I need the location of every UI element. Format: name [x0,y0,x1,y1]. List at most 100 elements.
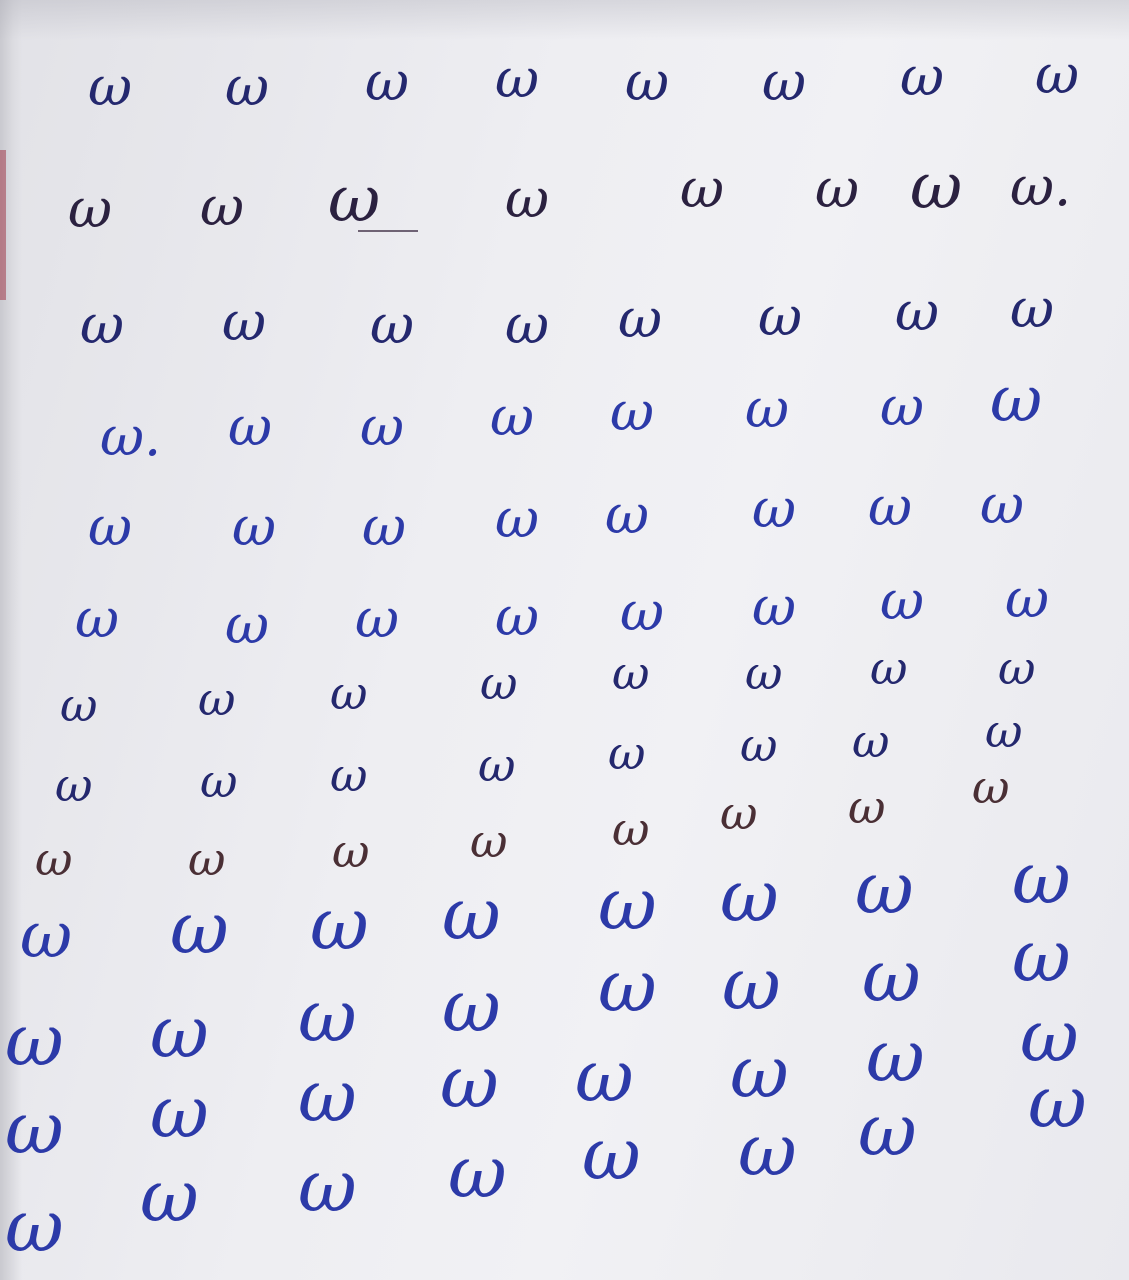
omega-r12-c1: ω [5,1086,64,1170]
omega-r3-c4: ω [505,293,550,356]
omega-r6-c6: ω [752,575,797,638]
omega-r5-c4: ω [495,487,540,550]
omega-r11-c1: ω [5,998,64,1082]
omega-r1-c4: ω [495,47,540,110]
omega-r6-c7: ω [880,569,925,632]
omega-r6-c8: ω [1005,567,1050,630]
omega-r7-c5: ω [612,646,650,700]
omega-r12-c5: ω [575,1034,634,1118]
omega-r7-c4: ω [480,656,518,710]
omega-r4-c8: ω [990,363,1043,437]
omega-r7-c8: ω [998,641,1036,695]
omega-r3-c2: ω [222,290,267,353]
omega-r5-c3: ω [362,495,407,558]
omega-r10-c2: ω [170,886,229,970]
omega-r13-c6: ω [738,1108,797,1192]
omega-r12-c6: ω [730,1030,789,1114]
omega-r3-c6: ω [758,285,803,348]
omega-r8-c8: ω [985,704,1023,758]
omega-r8-c3: ω [330,748,368,802]
omega-r4-c2: ω [228,395,273,458]
omega-r4-c1: ω. [100,405,162,468]
omega-r4-c6: ω [745,377,790,440]
omega-r7-c1: ω [60,678,98,732]
red-mark [0,150,6,300]
omega-r10-c5: ω [598,862,657,946]
omega-r13-c7: ω [858,1088,917,1172]
omega-r11-c5: ω [598,944,657,1028]
omega-r8-c4: ω [478,738,516,792]
omega-r12-c3: ω [298,1054,357,1138]
omega-r9-c3: ω [332,824,370,878]
omega-r3-c3: ω [370,293,415,356]
omega-r3-c5: ω [618,287,663,350]
omega-r12-c7: ω [866,1014,925,1098]
omega-r10-c4: ω [442,872,501,956]
omega-r9-c8: ω [972,760,1010,814]
omega-r7-c2: ω [198,672,236,726]
omega-r5-c8: ω [980,473,1025,536]
omega-r2-c6: ω [815,157,860,220]
omega-r10-c1: ω [20,899,73,973]
omega-r10-c7: ω [855,846,914,930]
omega-r11-c2: ω [150,990,209,1074]
omega-r11-c8: ω [1012,914,1071,998]
omega-r2-c4: ω [505,167,550,230]
omega-r5-c2: ω [232,495,277,558]
omega-r7-c7: ω [870,641,908,695]
omega-r13-c8: ω [1028,1060,1087,1144]
omega-r8-c6: ω [740,718,778,772]
omega-r4-c5: ω [610,380,655,443]
omega-r2-c7: ω [910,150,963,224]
omega-r1-c1: ω [88,55,133,118]
omega-r9-c1: ω [35,832,73,886]
omega-r1-c7: ω [900,45,945,108]
omega-r2-c5: ω [680,157,725,220]
omega-r4-c7: ω [880,375,925,438]
handwriting-photo: ω ω ω ω ω ω ω ω ω ω ω ω ω ω ω ω. ω ω ω ω… [0,0,1129,1280]
omega-r10-c8: ω [1012,836,1071,920]
omega-r8-c1: ω [55,758,93,812]
omega-r1-c8: ω [1035,43,1080,106]
omega-r6-c3: ω [355,587,400,650]
omega-r13-c3: ω [298,1144,357,1228]
omega-r9-c6: ω [720,786,758,840]
omega-r12-c2: ω [150,1070,209,1154]
omega-r1-c2: ω [225,55,270,118]
omega-r7-c6: ω [745,646,783,700]
omega-r6-c5: ω [620,580,665,643]
omega-r11-c7: ω [862,934,921,1018]
top-shadow [0,0,1129,40]
omega-r5-c5: ω [605,483,650,546]
omega-r1-c5: ω [625,50,670,113]
omega-r9-c4: ω [470,814,508,868]
omega-r11-c4: ω [442,964,501,1048]
omega-r7-c3: ω [330,666,368,720]
omega-r6-c2: ω [225,593,270,656]
omega-r5-c6: ω [752,477,797,540]
omega-r1-c6: ω [762,50,807,113]
omega-r10-c6: ω [720,854,779,938]
omega-r13-c1: ω [5,1184,64,1268]
omega-r1-c3: ω [365,50,410,113]
omega-r5-c1: ω [88,495,133,558]
omega-r13-c4: ω [448,1130,507,1214]
omega-r9-c7: ω [848,780,886,834]
omega-r9-c2: ω [188,832,226,886]
omega-r8-c7: ω [852,714,890,768]
omega-r5-c7: ω [868,475,913,538]
omega-r2-c8: ω. [1010,155,1072,218]
omega-r10-c3: ω [310,882,369,966]
omega-r11-c3: ω [298,974,357,1058]
omega-r13-c5: ω [582,1112,641,1196]
omega-r2-c1: ω [68,177,113,240]
omega-r13-c2: ω [140,1154,199,1238]
omega-r8-c2: ω [200,754,238,808]
omega-r6-c1: ω [75,587,120,650]
omega-r3-c7: ω [895,280,940,343]
omega-r3-c8: ω [1010,277,1055,340]
omega-r11-c6: ω [722,942,781,1026]
omega-r2-c2: ω [200,175,245,238]
omega-r3-c1: ω [80,293,125,356]
omega-r2-c3: ω [328,163,381,237]
